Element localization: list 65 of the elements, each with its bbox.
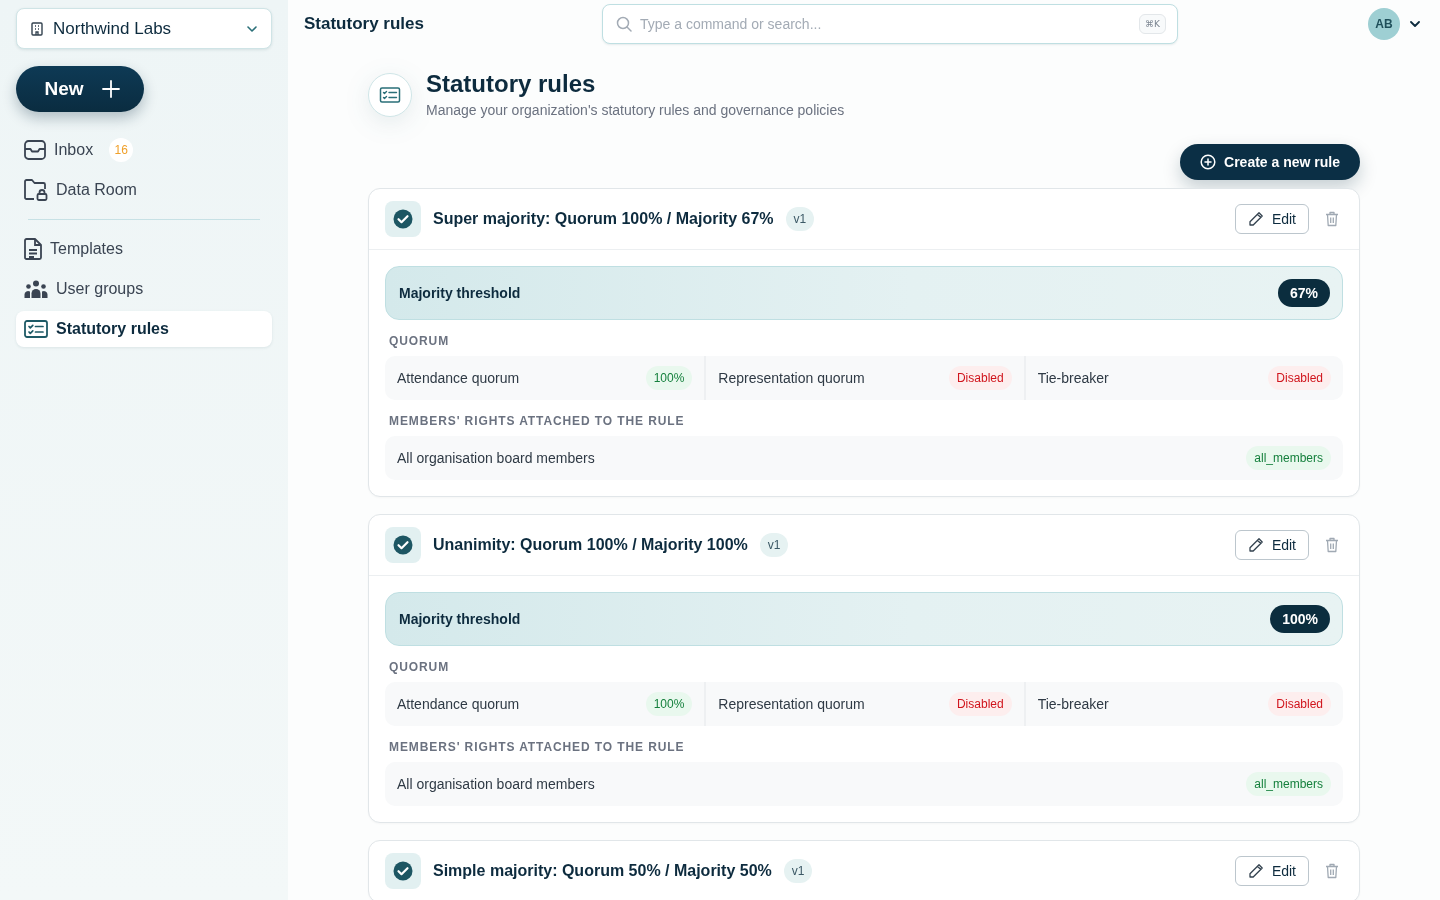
folder-lock-icon: [24, 179, 48, 201]
edit-button[interactable]: Edit: [1234, 856, 1309, 886]
threshold-label: Majority threshold: [399, 611, 521, 627]
checklist-icon: [368, 73, 412, 117]
avatar[interactable]: AB: [1368, 8, 1400, 40]
threshold-label: Majority threshold: [399, 285, 521, 301]
building-icon: [31, 21, 43, 36]
quorum-label: Tie-breaker: [1037, 696, 1109, 712]
trash-icon[interactable]: [1325, 537, 1339, 553]
count-badge: 16: [109, 138, 134, 162]
status-chip: 100%: [645, 692, 693, 716]
status-chip: Disabled: [948, 366, 1012, 390]
version-badge: v1: [759, 533, 789, 557]
plus-circle-icon: [1200, 154, 1217, 170]
edit-button[interactable]: Edit: [1234, 204, 1309, 234]
section-label: MEMBERS' RIGHTS ATTACHED TO THE RULE: [388, 413, 686, 429]
page-title: Statutory rules: [304, 14, 425, 34]
status-chip: 100%: [645, 366, 693, 390]
page-description: Manage your organization's statutory rules and governance policies: [426, 101, 845, 120]
quorum-label: Tie-breaker: [1037, 370, 1109, 386]
new-button[interactable]: New: [16, 66, 144, 112]
plus-icon: [101, 80, 120, 98]
rule-title: Unanimity: Quorum 100% / Majority 100%: [433, 536, 748, 554]
members-tag: all_members: [1246, 446, 1331, 470]
page-heading: Statutory rules: [426, 70, 597, 98]
section-label: QUORUM: [388, 333, 451, 349]
quorum-label: Representation quorum: [718, 696, 865, 712]
shortcut-key: ⌘K: [1139, 14, 1166, 34]
sidebar-item[interactable]: User groups: [16, 271, 272, 307]
trash-icon[interactable]: [1325, 863, 1339, 879]
organization-selector[interactable]: Northwind Labs: [16, 8, 272, 49]
document-icon: [24, 238, 42, 260]
sidebar-item[interactable]: Statutory rules: [16, 311, 272, 347]
pencil-icon: [1247, 211, 1264, 227]
quorum-label: Representation quorum: [718, 370, 865, 386]
sidebar-item[interactable]: Templates: [16, 231, 272, 267]
quorum-label: Attendance quorum: [397, 696, 520, 712]
members-label: All organisation board members: [397, 776, 595, 792]
trash-icon[interactable]: [1325, 211, 1339, 227]
inbox-icon: [24, 140, 46, 160]
members-label: All organisation board members: [397, 450, 595, 466]
status-chip: Disabled: [1268, 366, 1331, 390]
threshold-value: 100%: [1270, 605, 1330, 633]
version-badge: v1: [785, 207, 815, 231]
search-icon: [616, 16, 632, 32]
users-icon: [24, 279, 48, 299]
status-chip: Disabled: [948, 692, 1012, 716]
sidebar-item[interactable]: Data Room: [16, 172, 272, 208]
pencil-icon: [1247, 537, 1264, 553]
chevron-down-icon[interactable]: [1410, 21, 1420, 27]
chevron-down-icon: [247, 25, 257, 32]
rule-title: Simple majority: Quorum 50% / Majority 50%: [433, 862, 772, 880]
section-label: MEMBERS' RIGHTS ATTACHED TO THE RULE: [388, 739, 686, 755]
create-rule-button[interactable]: Create a new rule: [1180, 144, 1360, 180]
sidebar-item[interactable]: Inbox 16: [16, 132, 272, 168]
version-badge: v1: [783, 859, 813, 883]
section-label: QUORUM: [388, 659, 451, 675]
rule-title: Super majority: Quorum 100% / Majority 67%: [433, 210, 774, 228]
members-tag: all_members: [1246, 772, 1331, 796]
pencil-icon: [1247, 863, 1264, 879]
quorum-label: Attendance quorum: [397, 370, 520, 386]
edit-button[interactable]: Edit: [1234, 530, 1309, 560]
checklist-icon: [24, 320, 48, 338]
threshold-value: 67%: [1277, 279, 1330, 307]
status-chip: Disabled: [1268, 692, 1331, 716]
